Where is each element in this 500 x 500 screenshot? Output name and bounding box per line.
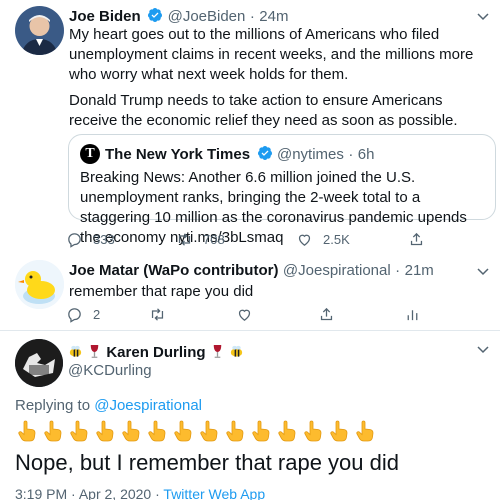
reply-button[interactable]: 2 (66, 304, 100, 324)
retweet-icon (151, 307, 164, 321)
tweet-time[interactable]: 24m (259, 8, 288, 25)
pointing-hand-icon (119, 419, 143, 443)
pointing-hand-icon (145, 419, 169, 443)
verified-badge-icon (147, 7, 163, 23)
separator-dot: · (71, 486, 76, 500)
author-name[interactable]: Joe Matar (WaPo contributor) (69, 262, 278, 279)
author-handle[interactable]: @Joespirational (283, 262, 391, 279)
analytics-icon (407, 309, 418, 320)
quoted-author-handle: @nytimes (276, 146, 344, 163)
wine-glass-icon (210, 344, 225, 359)
divider (0, 330, 500, 331)
pointing-hand-icon (353, 419, 377, 443)
pointing-hand-icon (197, 419, 221, 443)
pointing-hand-icon (41, 419, 65, 443)
share-icon (320, 307, 333, 320)
separator-dot: · (249, 8, 255, 25)
like-icon (298, 234, 311, 246)
pointing-hand-icon (93, 419, 117, 443)
tweet-joe-matar[interactable]: Joe Matar (WaPo contributor) @Joespirati… (0, 256, 500, 330)
reply-icon (68, 232, 81, 248)
bee-icon (68, 344, 83, 359)
pointing-hand-icon (67, 419, 91, 443)
tweet-time: 3:19 PM (15, 486, 68, 500)
tweet-text-paragraph-2: Donald Trump needs to take action to ens… (69, 92, 458, 129)
quoted-tweet-header: The New York Times @nytimes · 6h (105, 145, 374, 164)
author-handle[interactable]: @JoeBiden (168, 8, 246, 25)
author-name-line: Karen Durling (68, 344, 244, 361)
like-icon (238, 309, 251, 321)
tweet-meta: 3:19 PM · Apr 2, 2020 · Twitter Web App (15, 486, 265, 500)
share-icon (410, 232, 423, 245)
reply-icon (68, 307, 81, 323)
retweet-icon (178, 232, 191, 246)
tweet-actions: 2 (66, 304, 446, 324)
reply-button[interactable]: 333 (66, 229, 115, 249)
retweet-count: 708 (203, 231, 225, 247)
pointing-hand-icon (275, 419, 299, 443)
quoted-tweet-card[interactable]: T The New York Times @nytimes · 6h Break… (68, 134, 496, 246)
tweet-text: remember that rape you did (69, 283, 254, 300)
retweet-button[interactable] (149, 304, 166, 324)
analytics-button[interactable] (404, 304, 421, 324)
replying-to-handle-link[interactable]: @Joespirational (94, 397, 202, 414)
chevron-down-icon[interactable] (476, 264, 490, 278)
tweet-text: Nope, but I remember that rape you did (15, 450, 399, 475)
tweet-text-paragraph-1: My heart goes out to the millions of Ame… (69, 26, 474, 83)
avatar-karen-durling[interactable] (15, 339, 63, 387)
share-button[interactable] (408, 229, 425, 249)
retweet-button[interactable]: 708 (176, 229, 225, 249)
like-count: 2.5K (323, 231, 350, 247)
avatar-joe-biden[interactable] (15, 6, 64, 55)
chevron-down-icon[interactable] (476, 9, 490, 23)
replying-to-line: Replying to @Joespirational (15, 397, 202, 414)
share-button[interactable] (318, 304, 335, 324)
tweet-date: Apr 2, 2020 (78, 486, 152, 500)
pointing-hand-icon (15, 419, 39, 443)
tweet-karen-durling: Karen Durling @KCDurling Replying to @Jo… (0, 332, 500, 500)
pointing-hand-icon (249, 419, 273, 443)
tweet-time[interactable]: 21m (405, 262, 434, 279)
nytimes-logo-icon: T (80, 144, 100, 164)
reply-count: 2 (93, 306, 101, 322)
quoted-author-name: The New York Times (105, 146, 251, 163)
tweet-header: Joe Matar (WaPo contributor) @Joespirati… (69, 262, 434, 280)
replying-to-label: Replying to (15, 397, 91, 414)
author-name[interactable]: Joe Biden (69, 8, 141, 25)
pointing-hand-icon (301, 419, 325, 443)
separator-dot: · (155, 486, 160, 500)
tweet-header: Joe Biden @JoeBiden · 24m (69, 7, 288, 26)
tweet-timestamp-link[interactable]: 3:19 PM · Apr 2, 2020 (15, 486, 155, 500)
bee-icon (229, 344, 244, 359)
avatar-joe-matar[interactable] (15, 260, 64, 309)
like-button[interactable]: 2.5K (296, 229, 350, 249)
pointing-hand-icon (223, 419, 247, 443)
author-handle[interactable]: @KCDurling (68, 362, 152, 379)
reply-count: 333 (93, 231, 115, 247)
chevron-down-icon[interactable] (476, 342, 490, 356)
quoted-tweet-time: 6h (357, 146, 375, 163)
emoji-row (15, 419, 379, 445)
tweet-source-link[interactable]: Twitter Web App (163, 486, 265, 500)
pointing-hand-icon (171, 419, 195, 443)
like-button[interactable] (236, 304, 253, 324)
separator-dot: · (395, 262, 401, 279)
author-name[interactable]: Karen Durling (106, 344, 205, 361)
wine-glass-icon (87, 344, 102, 359)
verified-badge-icon (257, 145, 273, 161)
tweet-actions: 333 708 2.5K (66, 229, 446, 249)
pointing-hand-icon (327, 419, 351, 443)
separator-dot: · (348, 146, 354, 163)
tweet-joe-biden[interactable]: Joe Biden @JoeBiden · 24m My heart goes … (0, 0, 500, 252)
